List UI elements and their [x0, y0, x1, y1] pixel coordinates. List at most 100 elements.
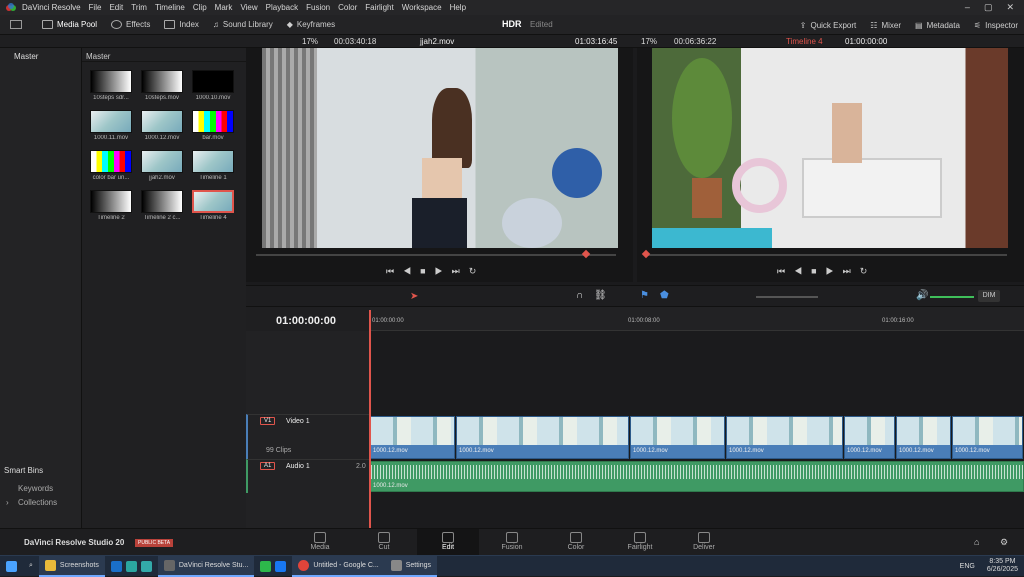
start-button[interactable]	[0, 556, 23, 577]
close-icon[interactable]: ✕	[1006, 2, 1014, 13]
video-track-header[interactable]: V1 Video 1 99 Clips	[246, 414, 370, 459]
menu-fusion[interactable]: Fusion	[306, 3, 330, 12]
source-clip-name[interactable]: jjah2.mov	[420, 37, 454, 46]
search-icon[interactable]: ⌕	[23, 556, 39, 577]
taskbar-item-davinci[interactable]: DaVinci Resolve Stu...	[157, 555, 255, 577]
source-zoom[interactable]: 17%	[302, 37, 318, 46]
menu-clip[interactable]: Clip	[193, 3, 207, 12]
menu-fairlight[interactable]: Fairlight	[365, 3, 393, 12]
clock[interactable]: 8:35 PM 6/26/2025	[981, 556, 1024, 577]
menu-playback[interactable]: Playback	[266, 3, 298, 12]
page-tab-color[interactable]: Color	[545, 529, 607, 556]
link-icon[interactable]: ⛓	[594, 290, 607, 301]
media-pool-clip[interactable]: color bar un...	[89, 150, 133, 181]
media-pool-clip[interactable]: bar.mov	[191, 110, 235, 141]
flag-icon[interactable]: ⚑	[640, 290, 649, 301]
taskbar-item-settings[interactable]: Settings	[384, 555, 438, 577]
media-pool-clip[interactable]: jjah2.mov	[140, 150, 184, 181]
sound-library-button[interactable]: ♫ Sound Library	[213, 20, 273, 29]
audio-clip[interactable]: 1000.12.mov	[370, 461, 1024, 492]
taskbar-item-apps[interactable]	[105, 556, 158, 577]
workspace-toggle-icon[interactable]	[10, 20, 22, 29]
home-icon[interactable]: ⌂	[974, 537, 979, 547]
taskbar-item-chrome[interactable]: Untitled - Google C...	[292, 555, 385, 577]
media-pool-clip[interactable]: 10steps.mov	[140, 70, 184, 101]
timeline-playhead-icon[interactable]	[641, 249, 651, 259]
media-pool-clip[interactable]: Timeline 2	[89, 190, 133, 221]
page-tab-edit[interactable]: Edit	[417, 529, 479, 556]
page-tab-cut[interactable]: Cut	[353, 529, 415, 556]
media-pool-clip[interactable]: Timeline 1	[191, 150, 235, 181]
settings-icon	[390, 559, 402, 571]
selection-tool-icon[interactable]: ➤	[410, 291, 418, 302]
timeline-scrubber[interactable]	[647, 254, 1007, 256]
video-clip[interactable]: 1000.12.mov	[952, 416, 1023, 459]
snapping-icon[interactable]: ∩	[576, 290, 583, 301]
audio-track-header[interactable]: A1 Audio 1 2.0	[246, 459, 370, 493]
minimize-icon[interactable]: –	[965, 2, 970, 13]
menu-help[interactable]: Help	[450, 3, 466, 12]
menu-file[interactable]: File	[89, 3, 102, 12]
video-clip[interactable]: 1000.12.mov	[630, 416, 725, 459]
audio-track-tag[interactable]: A1	[260, 462, 276, 470]
taskbar-item-pinned[interactable]	[254, 556, 292, 577]
menu-workspace[interactable]: Workspace	[402, 3, 442, 12]
timeline-name[interactable]: Timeline 4	[786, 37, 823, 46]
zoom-slider[interactable]	[756, 296, 818, 298]
video-clip[interactable]: 1000.12.mov	[726, 416, 843, 459]
page-tab-fusion[interactable]: Fusion	[481, 529, 543, 556]
menu-color[interactable]: Color	[338, 3, 357, 12]
video-clip-label: 1000.12.mov	[847, 448, 882, 454]
music-note-icon: ♫	[212, 20, 219, 29]
page-tab-deliver[interactable]: Deliver	[673, 529, 735, 556]
timeline-playhead[interactable]	[369, 310, 371, 528]
source-playhead-icon[interactable]	[581, 249, 591, 259]
index-button[interactable]: Index	[164, 20, 199, 29]
source-transport-controls[interactable]: ⏮◀■▶⏭↻	[386, 266, 485, 277]
menu-edit[interactable]: Edit	[109, 3, 123, 12]
chevron-right-icon[interactable]: ›	[6, 498, 9, 507]
page-tab-media[interactable]: Media	[289, 529, 351, 556]
media-pool-clip[interactable]: Timeline 4	[191, 190, 235, 221]
language-indicator[interactable]: ENG	[954, 556, 981, 577]
menu-trim[interactable]: Trim	[131, 3, 147, 12]
timeline-viewer[interactable]: ⏮◀■▶⏭↻	[637, 48, 1024, 282]
quick-export-button[interactable]: ⇪ Quick Export	[800, 21, 857, 30]
timeline-zoom[interactable]: 17%	[641, 37, 657, 46]
volume-icon[interactable]: 🔊	[916, 290, 928, 301]
marker-icon[interactable]: ⬟	[660, 290, 669, 301]
media-pool-clip[interactable]: 10steps sdr...	[89, 70, 133, 101]
media-pool-button[interactable]: Media Pool	[42, 20, 97, 29]
collections-bin[interactable]: Collections	[18, 498, 57, 507]
video-clip[interactable]: 1000.12.mov	[844, 416, 895, 459]
timeline-tracks[interactable]: 1000.12.mov 1000.12.mov 1000.12.mov 1000.12…	[370, 331, 1024, 528]
video-clip[interactable]: 1000.12.mov	[896, 416, 951, 459]
metadata-button[interactable]: ▤ Metadata	[915, 21, 960, 30]
media-pool-clip[interactable]: 1000.12.mov	[140, 110, 184, 141]
media-pool-clip[interactable]: 1000.11.mov	[89, 110, 133, 141]
taskbar-item-screenshots[interactable]: Screenshots	[38, 555, 105, 577]
timeline-ruler[interactable]: 01:00:00:00 01:00:08:00 01:00:16:00	[370, 307, 1024, 331]
video-clip[interactable]: 1000.12.mov	[456, 416, 629, 459]
menu-timeline[interactable]: Timeline	[155, 3, 185, 12]
maximize-icon[interactable]: ▢	[984, 2, 993, 13]
timeline-transport-controls[interactable]: ⏮◀■▶⏭↻	[777, 266, 876, 277]
settings-gear-icon[interactable]: ⚙	[1000, 537, 1008, 548]
master-bin[interactable]: Master	[0, 48, 81, 61]
video-clip[interactable]: 1000.12.mov	[370, 416, 455, 459]
dim-button[interactable]: DIM	[978, 290, 1000, 302]
page-tab-fairlight[interactable]: Fairlight	[609, 529, 671, 556]
menu-mark[interactable]: Mark	[215, 3, 233, 12]
source-scrubber[interactable]	[256, 254, 616, 256]
mixer-button[interactable]: ☷ Mixer	[870, 21, 901, 30]
media-pool-clip[interactable]: Timeline 2 c...	[140, 190, 184, 221]
media-pool-clip[interactable]: 1000.10.mov	[191, 70, 235, 101]
video-track-tag[interactable]: V1	[260, 417, 276, 425]
menu-view[interactable]: View	[240, 3, 257, 12]
source-viewer[interactable]: ⏮◀■▶⏭↻	[246, 48, 633, 282]
keywords-bin[interactable]: Keywords	[18, 484, 53, 493]
volume-slider[interactable]	[930, 296, 974, 298]
inspector-button[interactable]: ⚟ Inspector	[974, 21, 1018, 30]
effects-button[interactable]: Effects	[111, 20, 150, 29]
keyframes-button[interactable]: ◆ Keyframes	[287, 20, 335, 29]
